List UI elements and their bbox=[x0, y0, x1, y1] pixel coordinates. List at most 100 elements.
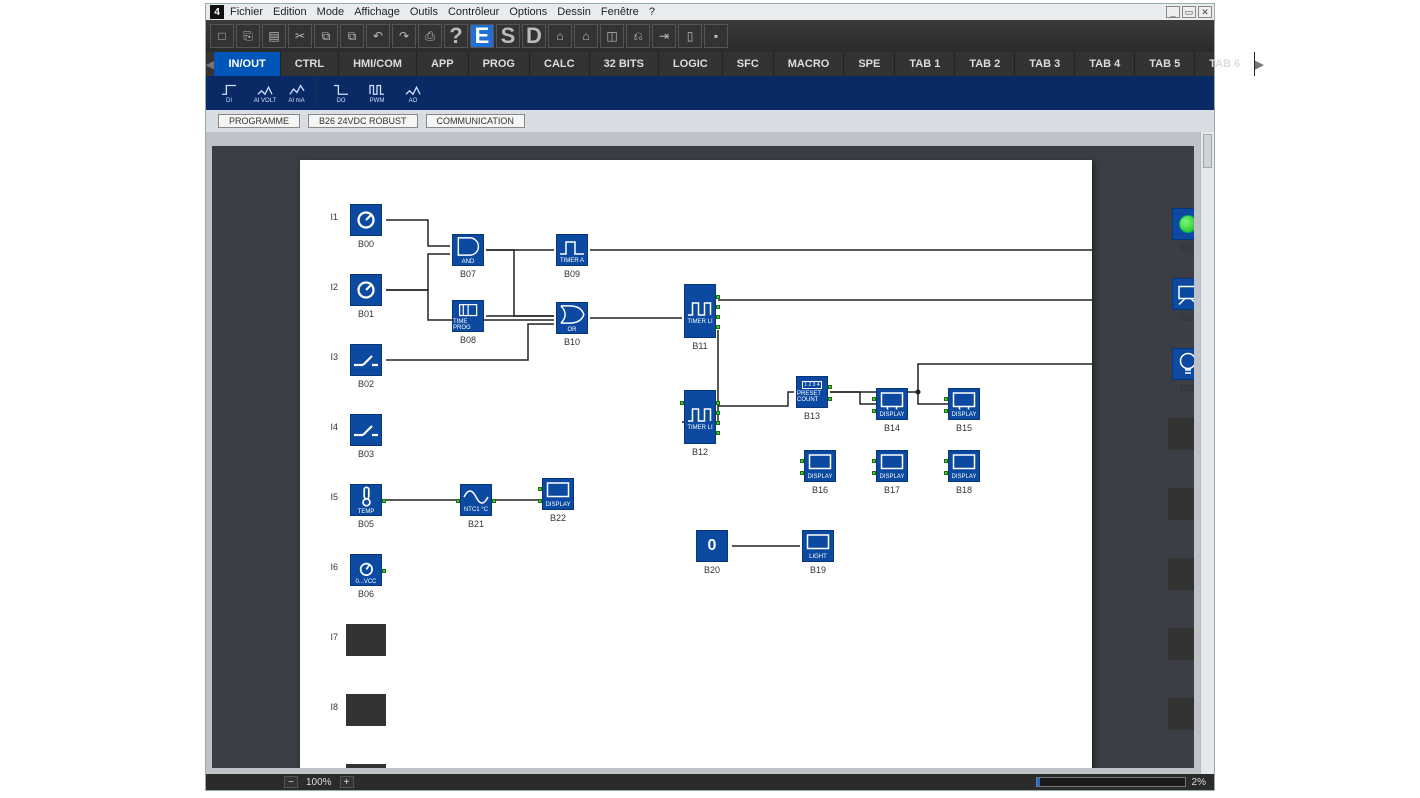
menu-mode[interactable]: Mode bbox=[317, 6, 345, 18]
category-tab-tab-6[interactable]: TAB 6 bbox=[1195, 52, 1255, 76]
redo-button[interactable]: ↷ bbox=[392, 24, 416, 48]
block-b24[interactable]: B24 bbox=[1172, 278, 1194, 323]
tab-device[interactable]: B26 24VDC ROBUST bbox=[308, 114, 418, 128]
category-tab-prog[interactable]: PROG bbox=[469, 52, 530, 76]
block-b10[interactable]: OR B10 bbox=[556, 302, 588, 347]
copy-button[interactable]: ⧉ bbox=[314, 24, 338, 48]
block-b01[interactable]: B01 bbox=[350, 274, 382, 319]
tool-a-button[interactable]: ⌂ bbox=[548, 24, 572, 48]
io-ai-volt-button[interactable]: AI VOLT bbox=[250, 79, 280, 107]
block-b12[interactable]: TIMER LI B12 bbox=[684, 390, 716, 457]
edit-mode-button[interactable]: E bbox=[470, 24, 494, 48]
menu-fichier[interactable]: Fichier bbox=[230, 6, 263, 18]
undo-button[interactable]: ↶ bbox=[366, 24, 390, 48]
window-minimize-button[interactable]: _ bbox=[1166, 6, 1180, 18]
category-tab-tab-2[interactable]: TAB 2 bbox=[955, 52, 1015, 76]
sim-mode-button[interactable]: S bbox=[496, 24, 520, 48]
print-button[interactable]: ⎙ bbox=[418, 24, 442, 48]
zoom-in-button[interactable]: + bbox=[340, 776, 354, 788]
category-tab-tab-5[interactable]: TAB 5 bbox=[1135, 52, 1195, 76]
menu-controleur[interactable]: Contrôleur bbox=[448, 6, 499, 18]
output-slot-o5[interactable] bbox=[1168, 488, 1194, 520]
window-maximize-button[interactable]: ▭ bbox=[1182, 6, 1196, 18]
category-tab-32-bits[interactable]: 32 BITS bbox=[590, 52, 659, 76]
block-b15[interactable]: DISPLAY B15 bbox=[948, 388, 980, 433]
output-slot-o8[interactable] bbox=[1168, 698, 1194, 730]
zoom-out-button[interactable]: − bbox=[284, 776, 298, 788]
block-b23[interactable]: B23 bbox=[1172, 208, 1194, 253]
output-slot-o6[interactable] bbox=[1168, 558, 1194, 590]
cut-button[interactable]: ✂ bbox=[288, 24, 312, 48]
tool-c-button[interactable]: ◫ bbox=[600, 24, 624, 48]
category-tab-hmi-com[interactable]: HMI/COM bbox=[339, 52, 417, 76]
block-b19[interactable]: LIGHT B19 bbox=[802, 530, 834, 575]
category-tab-tab-1[interactable]: TAB 1 bbox=[895, 52, 955, 76]
debug-mode-button[interactable]: D bbox=[522, 24, 546, 48]
diagram-canvas[interactable]: I1 I2 I3 I4 I5 I6 I7 I8 I9 O1 O2 O3 O4 O… bbox=[212, 146, 1194, 768]
block-b00[interactable]: B00 bbox=[350, 204, 382, 249]
tab-communication[interactable]: COMMUNICATION bbox=[426, 114, 525, 128]
block-b22[interactable]: DISPLAY B22 bbox=[542, 478, 574, 523]
category-tab-app[interactable]: APP bbox=[417, 52, 469, 76]
tab-scroll-right[interactable]: ▶ bbox=[1255, 52, 1263, 76]
block-b09[interactable]: TIMER A B09 bbox=[556, 234, 588, 279]
window-close-button[interactable]: ✕ bbox=[1198, 6, 1212, 18]
tool-b-button[interactable]: ⌂ bbox=[574, 24, 598, 48]
category-tab-spe[interactable]: SPE bbox=[844, 52, 895, 76]
block-b07[interactable]: AND B07 bbox=[452, 234, 484, 279]
block-b17[interactable]: DISPLAY B17 bbox=[876, 450, 908, 495]
block-b08[interactable]: TIME PROG B08 bbox=[452, 300, 484, 345]
menu-dessin[interactable]: Dessin bbox=[557, 6, 591, 18]
paste-button[interactable]: ⧉ bbox=[340, 24, 364, 48]
category-tab-sfc[interactable]: SFC bbox=[723, 52, 774, 76]
block-b13[interactable]: 1 2 3 4PRESET COUNT B13 bbox=[796, 376, 828, 421]
io-do-button[interactable]: DO bbox=[326, 79, 356, 107]
tool-e-button[interactable]: ⇥ bbox=[652, 24, 676, 48]
output-slot-o4[interactable] bbox=[1168, 418, 1194, 450]
input-slot-i7[interactable] bbox=[346, 624, 386, 656]
block-b21[interactable]: NTC1 °C B21 bbox=[460, 484, 492, 529]
menu-fenetre[interactable]: Fenêtre bbox=[601, 6, 639, 18]
category-tab-ctrl[interactable]: CTRL bbox=[281, 52, 339, 76]
block-b14[interactable]: DISPLAY B14 bbox=[876, 388, 908, 433]
menu-affichage[interactable]: Affichage bbox=[354, 6, 400, 18]
io-ai-ma-button[interactable]: AI mA bbox=[286, 79, 316, 107]
io-ao-button[interactable]: AO bbox=[398, 79, 428, 107]
input-slot-i8[interactable] bbox=[346, 694, 386, 726]
tab-scroll-left[interactable]: ◀ bbox=[206, 52, 214, 76]
new-file-button[interactable]: □ bbox=[210, 24, 234, 48]
output-slot-o7[interactable] bbox=[1168, 628, 1194, 660]
block-b05[interactable]: TEMP B05 bbox=[350, 484, 382, 529]
menu-options[interactable]: Options bbox=[509, 6, 547, 18]
category-tab-tab-4[interactable]: TAB 4 bbox=[1075, 52, 1135, 76]
block-b25[interactable]: B25 bbox=[1172, 348, 1194, 393]
category-tab-logic[interactable]: LOGIC bbox=[659, 52, 723, 76]
menu-outils[interactable]: Outils bbox=[410, 6, 438, 18]
block-b20[interactable]: 0 B20 bbox=[696, 530, 728, 575]
category-tab-in-out[interactable]: IN/OUT bbox=[214, 52, 280, 76]
block-b02[interactable]: B02 bbox=[350, 344, 382, 389]
block-b18[interactable]: DISPLAY B18 bbox=[948, 450, 980, 495]
tool-f-button[interactable]: ▯ bbox=[678, 24, 702, 48]
tool-g-button[interactable]: ▪ bbox=[704, 24, 728, 48]
open-file-button[interactable]: ⎘ bbox=[236, 24, 260, 48]
help-big-button[interactable]: ? bbox=[444, 24, 468, 48]
input-slot-i9[interactable] bbox=[346, 764, 386, 768]
category-tab-macro[interactable]: MACRO bbox=[774, 52, 845, 76]
block-b06[interactable]: 0...VCC B06 bbox=[350, 554, 382, 599]
io-pwm-button[interactable]: PWM bbox=[362, 79, 392, 107]
tab-programme[interactable]: PROGRAMME bbox=[218, 114, 300, 128]
block-b11[interactable]: TIMER LI B11 bbox=[684, 284, 716, 351]
vertical-scrollbar[interactable] bbox=[1200, 132, 1214, 774]
block-b16[interactable]: DISPLAY B16 bbox=[804, 450, 836, 495]
menu-edition[interactable]: Edition bbox=[273, 6, 307, 18]
category-tab-calc[interactable]: CALC bbox=[530, 52, 590, 76]
menu-help[interactable]: ? bbox=[649, 6, 655, 18]
block-b03[interactable]: B03 bbox=[350, 414, 382, 459]
category-tab-tab-3[interactable]: TAB 3 bbox=[1015, 52, 1075, 76]
io-di-button[interactable]: DI bbox=[214, 79, 244, 107]
input-label-i3: I3 bbox=[324, 352, 338, 362]
scrollbar-thumb[interactable] bbox=[1203, 134, 1212, 168]
tool-d-button[interactable]: ⎌ bbox=[626, 24, 650, 48]
save-file-button[interactable]: ▤ bbox=[262, 24, 286, 48]
